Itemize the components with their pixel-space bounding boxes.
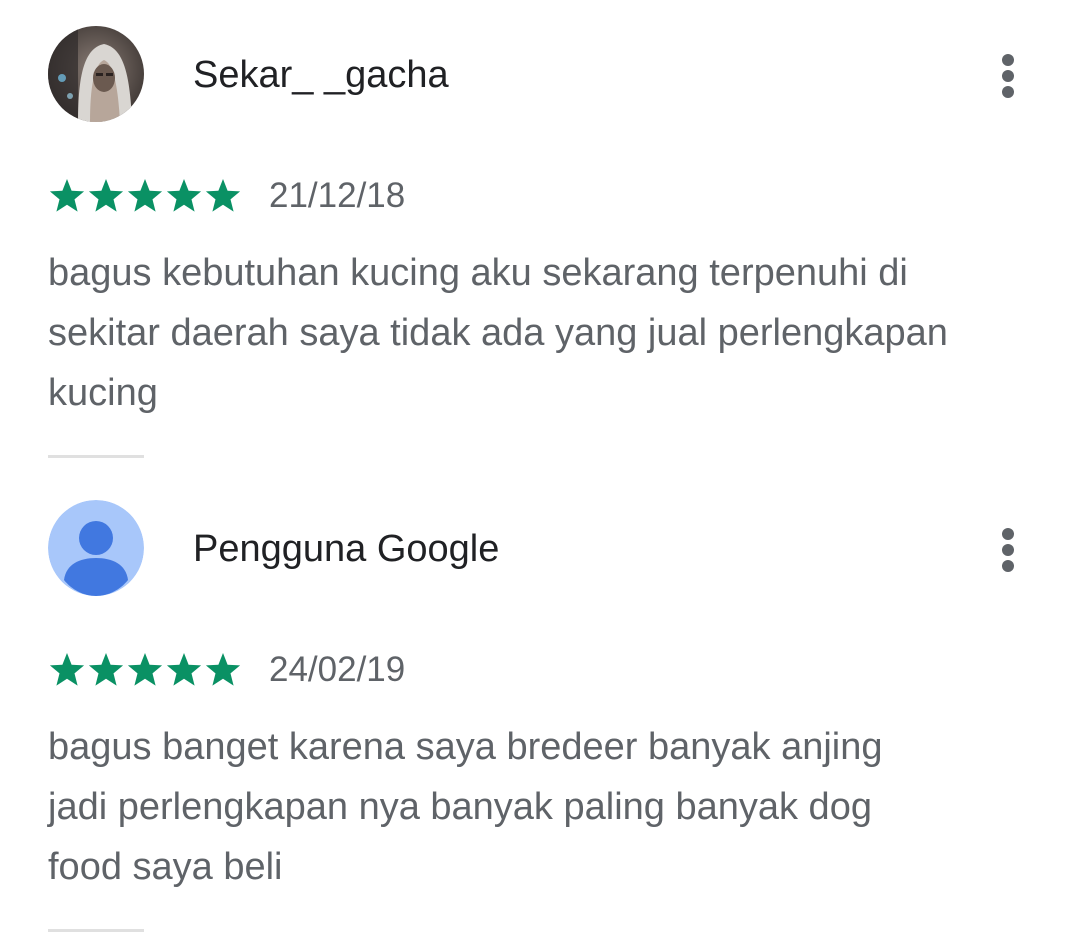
review-text-line: kucing bbox=[48, 372, 158, 414]
star-icon bbox=[126, 177, 164, 215]
menu-dot bbox=[1002, 70, 1014, 82]
review-divider bbox=[48, 455, 144, 458]
star-icon bbox=[165, 177, 203, 215]
default-person-avatar bbox=[48, 500, 144, 596]
star-icon bbox=[126, 651, 164, 689]
star-icon bbox=[165, 651, 203, 689]
review-card: Pengguna Google 24/02/19 bagus banget ka… bbox=[0, 474, 1080, 947]
star-icon bbox=[87, 177, 125, 215]
review-text-line: bagus banget karena saya bredeer banyak … bbox=[48, 726, 883, 768]
star-rating bbox=[48, 177, 242, 215]
star-icon bbox=[87, 651, 125, 689]
menu-dot bbox=[1002, 560, 1014, 572]
review-author-name: Sekar_ _gacha bbox=[193, 54, 449, 96]
menu-dot bbox=[1002, 54, 1014, 66]
star-rating bbox=[48, 651, 242, 689]
review-date: 21/12/18 bbox=[269, 176, 406, 215]
review-text-line: jadi perlengkapan nya banyak paling bany… bbox=[48, 786, 872, 828]
star-icon bbox=[48, 651, 86, 689]
review-card: Sekar_ _gacha 21/12/18 bagus kebutuhan k… bbox=[0, 0, 1080, 474]
review-text-line: food saya beli bbox=[48, 846, 283, 888]
review-divider bbox=[48, 929, 144, 932]
more-vert-icon[interactable] bbox=[988, 48, 1028, 104]
user-photo-avatar bbox=[48, 26, 144, 122]
review-text: bagus banget karena saya bredeer banyak … bbox=[48, 717, 1058, 897]
review-text-line: sekitar daerah saya tidak ada yang jual … bbox=[48, 312, 948, 354]
menu-dot bbox=[1002, 544, 1014, 556]
more-vert-icon[interactable] bbox=[988, 522, 1028, 578]
review-text: bagus kebutuhan kucing aku sekarang terp… bbox=[48, 243, 1058, 423]
review-author-name: Pengguna Google bbox=[193, 528, 500, 570]
star-icon bbox=[204, 651, 242, 689]
star-icon bbox=[48, 177, 86, 215]
menu-dot bbox=[1002, 86, 1014, 98]
menu-dot bbox=[1002, 528, 1014, 540]
review-date: 24/02/19 bbox=[269, 650, 406, 689]
star-icon bbox=[204, 177, 242, 215]
review-text-line: bagus kebutuhan kucing aku sekarang terp… bbox=[48, 252, 908, 294]
